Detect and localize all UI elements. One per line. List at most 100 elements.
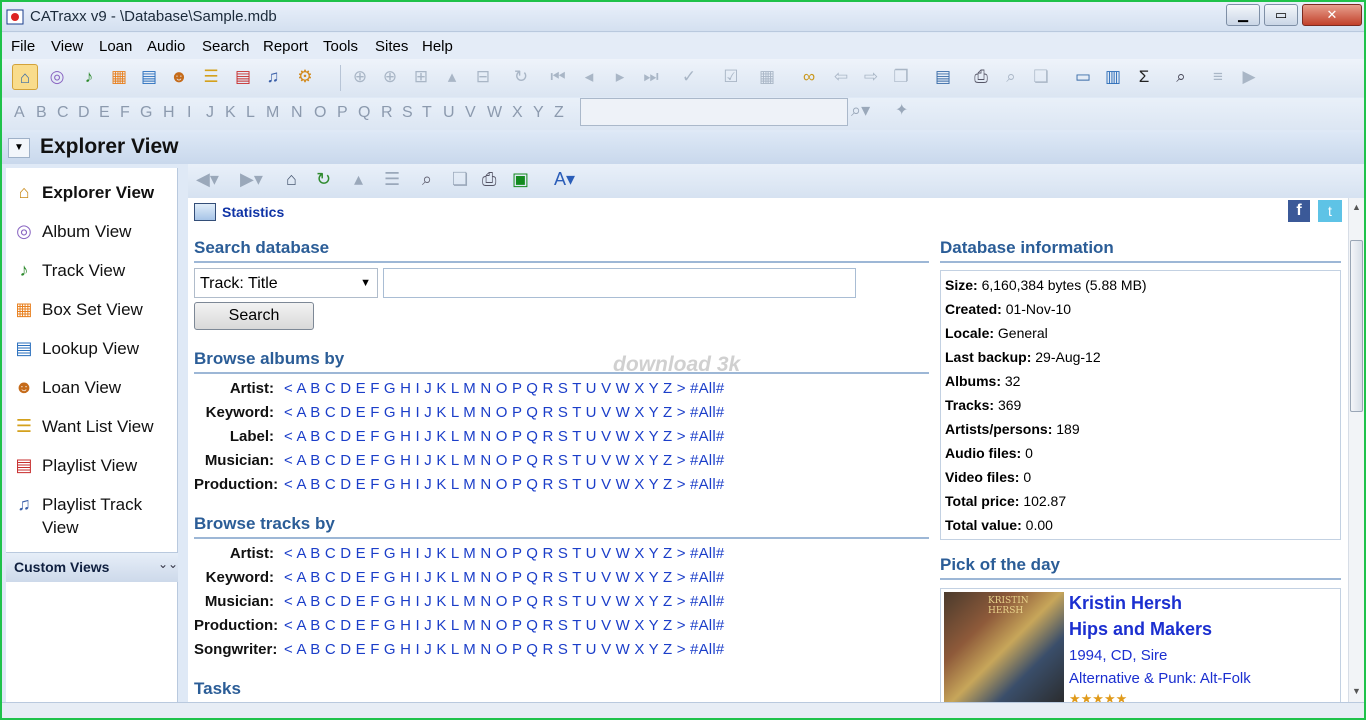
form-icon[interactable]: ▤: [930, 64, 956, 90]
grid-icon[interactable]: ▦: [754, 64, 780, 90]
alpha-w[interactable]: W: [487, 104, 502, 122]
chart-icon[interactable]: ▥: [1100, 64, 1126, 90]
add-item-icon[interactable]: ⊞: [408, 64, 434, 90]
search-button[interactable]: Search: [194, 302, 314, 330]
alpha-l[interactable]: L: [246, 104, 255, 122]
search-input[interactable]: [383, 268, 856, 298]
menu-view[interactable]: View: [51, 38, 83, 55]
tabs-icon[interactable]: ▭: [1070, 64, 1096, 90]
print-icon[interactable]: ⎙: [482, 169, 496, 190]
pick-meta[interactable]: 1994, CD, Sire: [1069, 647, 1167, 664]
menu-audio[interactable]: Audio: [147, 38, 185, 55]
statistics-link[interactable]: Statistics: [222, 204, 284, 220]
print-icon[interactable]: ⎙: [968, 64, 994, 90]
scroll-down-icon[interactable]: ▼: [1352, 686, 1361, 696]
home-icon[interactable]: ⌂: [286, 169, 297, 190]
menu-file[interactable]: File: [11, 38, 35, 55]
pick-artist-link[interactable]: Kristin Hersh: [1069, 593, 1182, 614]
refresh-icon[interactable]: ↻: [508, 64, 534, 90]
custom-views-header[interactable]: Custom Views ⌄⌄: [6, 552, 178, 582]
alpha-z[interactable]: Z: [554, 104, 564, 122]
quick-search-input[interactable]: [580, 98, 848, 126]
boxset-icon[interactable]: ▦: [106, 64, 132, 90]
playlist-track-icon[interactable]: ♫: [260, 64, 286, 90]
alpha-f[interactable]: F: [120, 104, 130, 122]
next-icon[interactable]: ▸: [607, 64, 633, 90]
move-up-icon[interactable]: ▴: [439, 64, 465, 90]
save-icon[interactable]: ▣: [512, 169, 529, 190]
alpha-q[interactable]: Q: [358, 104, 370, 122]
lookup-icon[interactable]: ▤: [136, 64, 162, 90]
magnifier-icon[interactable]: ⌕: [1168, 64, 1194, 90]
up-icon[interactable]: ▴: [354, 169, 363, 190]
last-icon[interactable]: ⏭: [638, 64, 664, 90]
alpha-v[interactable]: V: [465, 104, 476, 122]
menu-sites[interactable]: Sites: [375, 38, 408, 55]
twitter-icon[interactable]: t: [1318, 200, 1342, 222]
letter-links[interactable]: < A B C D E F G H I J K L M N O P Q R S …: [284, 569, 724, 586]
alpha-k[interactable]: K: [225, 104, 236, 122]
alpha-s[interactable]: S: [402, 104, 413, 122]
list-icon[interactable]: ☰: [384, 169, 400, 190]
checklist-icon[interactable]: ☑: [718, 64, 744, 90]
alpha-j[interactable]: J: [206, 104, 214, 122]
first-icon[interactable]: ⏮: [545, 64, 571, 90]
alpha-y[interactable]: Y: [533, 104, 544, 122]
refresh-icon[interactable]: ↻: [316, 169, 331, 190]
sum-icon[interactable]: Σ: [1131, 64, 1157, 90]
loan-icon[interactable]: ☻: [166, 64, 192, 90]
binoculars-icon[interactable]: ∞: [796, 64, 822, 90]
font-icon[interactable]: A▾: [554, 169, 575, 190]
facebook-icon[interactable]: f: [1288, 200, 1310, 222]
alpha-d[interactable]: D: [78, 104, 90, 122]
maximize-button[interactable]: ▭: [1264, 4, 1298, 26]
copy-icon[interactable]: ❏: [1028, 64, 1054, 90]
copy-icon[interactable]: ❏: [452, 169, 468, 190]
menu-loan[interactable]: Loan: [99, 38, 132, 55]
close-button[interactable]: ✕: [1302, 4, 1362, 26]
search-icon[interactable]: ⌕▾: [851, 100, 870, 121]
menu-help[interactable]: Help: [422, 38, 453, 55]
alpha-p[interactable]: P: [337, 104, 348, 122]
home-icon[interactable]: ⌂: [12, 64, 38, 90]
view-dropdown-button[interactable]: ▼: [8, 138, 30, 158]
back-icon[interactable]: ◀▾: [196, 169, 219, 190]
export-icon[interactable]: ≡: [1205, 64, 1231, 90]
letter-links[interactable]: < A B C D E F G H I J K L M N O P Q R S …: [284, 476, 724, 493]
alpha-b[interactable]: B: [36, 104, 47, 122]
alpha-g[interactable]: G: [140, 104, 152, 122]
pick-genre[interactable]: Alternative & Punk: Alt-Folk: [1069, 670, 1251, 687]
search-field-select[interactable]: Track: Title ▼: [194, 268, 378, 298]
settings-icon[interactable]: ⚙: [292, 64, 318, 90]
alpha-u[interactable]: U: [443, 104, 455, 122]
minimize-button[interactable]: ▁: [1226, 4, 1260, 26]
find-icon[interactable]: ⌕: [422, 169, 432, 190]
alpha-t[interactable]: T: [422, 104, 432, 122]
alpha-r[interactable]: R: [381, 104, 393, 122]
alpha-n[interactable]: N: [291, 104, 303, 122]
alpha-e[interactable]: E: [99, 104, 110, 122]
alpha-o[interactable]: O: [314, 104, 326, 122]
pick-album-link[interactable]: Hips and Makers: [1069, 619, 1212, 640]
alpha-h[interactable]: H: [163, 104, 175, 122]
scrollbar-thumb[interactable]: [1350, 240, 1363, 412]
remove-icon[interactable]: ⊟: [470, 64, 496, 90]
album-cover-image[interactable]: KRISTIN HERSH: [944, 592, 1064, 702]
add-icon[interactable]: ⊕: [377, 64, 403, 90]
statistics-icon[interactable]: [194, 203, 216, 221]
wantlist-icon[interactable]: ☰: [198, 64, 224, 90]
letter-links[interactable]: < A B C D E F G H I J K L M N O P Q R S …: [284, 545, 724, 562]
wand-icon[interactable]: ✦: [895, 100, 908, 120]
menu-tools[interactable]: Tools: [323, 38, 358, 55]
windows-icon[interactable]: ❐: [888, 64, 914, 90]
play-icon[interactable]: ▶: [1236, 64, 1262, 90]
sidebar-splitter[interactable]: [180, 168, 188, 702]
letter-links[interactable]: < A B C D E F G H I J K L M N O P Q R S …: [284, 593, 724, 610]
alpha-a[interactable]: A: [14, 104, 25, 122]
alpha-x[interactable]: X: [512, 104, 523, 122]
scroll-up-icon[interactable]: ▲: [1352, 202, 1361, 212]
letter-links[interactable]: < A B C D E F G H I J K L M N O P Q R S …: [284, 404, 724, 421]
letter-links[interactable]: < A B C D E F G H I J K L M N O P Q R S …: [284, 428, 724, 445]
chevron-down-icon[interactable]: ⌄⌄: [158, 557, 178, 571]
letter-links[interactable]: < A B C D E F G H I J K L M N O P Q R S …: [284, 452, 724, 469]
